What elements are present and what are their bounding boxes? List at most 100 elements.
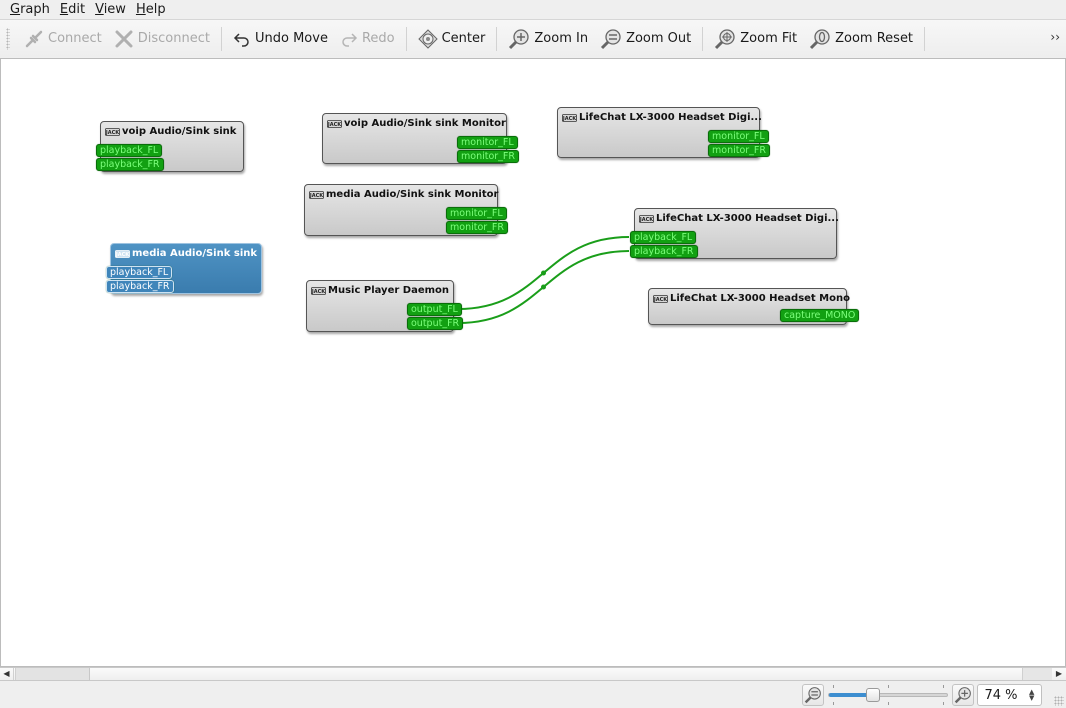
node-title-text: media Audio/Sink sink: [132, 248, 258, 259]
redo-icon: [342, 32, 358, 47]
zoom-slider-handle[interactable]: [866, 688, 881, 702]
zoom-in-icon: [954, 687, 971, 704]
port-output-fl[interactable]: output_FL: [407, 303, 462, 316]
menu-bar: Graph Edit View Help: [0, 0, 1066, 18]
connect-icon: [25, 30, 43, 47]
graph-node[interactable]: JACK LifeChat LX-3000 Headset Digi... moni…: [557, 107, 770, 158]
port-monitor-fr[interactable]: monitor_FR: [708, 144, 770, 157]
jack-icon: JACK: [327, 120, 342, 128]
node-title-text: media Audio/Sink sink Monitor: [326, 189, 499, 200]
node-title-text: LifeChat LX-3000 Headset Digi...: [656, 213, 839, 224]
connect-label: Connect: [48, 31, 102, 46]
graph-canvas[interactable]: JACK voip Audio/Sink sink playback_FL playb…: [0, 58, 1066, 667]
zoom-fit-label: Zoom Fit: [740, 31, 798, 46]
node-title: JACK Music Player Daemon: [311, 285, 449, 296]
scrollbar-thumb[interactable]: [15, 668, 90, 680]
svg-text:JACK: JACK: [311, 289, 326, 295]
port-playback-fr[interactable]: playback_FR: [630, 245, 698, 258]
menu-edit[interactable]: Edit: [55, 1, 90, 18]
graph-node[interactable]: JACK media Audio/Sink sink playback_FL play…: [106, 243, 262, 294]
scrollbar-track-end: [1022, 668, 1052, 680]
port-playback-fl[interactable]: playback_FL: [106, 266, 173, 279]
zoom-fit-button[interactable]: Zoom Fit: [708, 24, 803, 54]
node-title-text: LifeChat LX-3000 Headset Digi...: [579, 112, 762, 123]
menu-view[interactable]: View: [90, 1, 131, 18]
port-output-fr[interactable]: output_FR: [407, 317, 464, 330]
jack-icon: JACK: [311, 287, 326, 295]
redo-label: Redo: [361, 31, 395, 46]
node-title: JACK LifeChat LX-3000 Headset Digi...: [562, 112, 762, 123]
redo-button[interactable]: Redo: [334, 24, 401, 54]
zoom-out-button[interactable]: Zoom Out: [594, 24, 697, 54]
undo-label: Undo Move: [254, 31, 328, 46]
connection-wire[interactable]: [457, 236, 630, 310]
menu-graph-label: raph: [20, 1, 50, 17]
toolbar-separator: [496, 26, 498, 51]
port-monitor-fl[interactable]: monitor_FL: [457, 136, 518, 149]
zoom-in-small-button[interactable]: [952, 684, 974, 706]
svg-text:JACK: JACK: [309, 193, 324, 199]
connect-button[interactable]: Connect: [18, 24, 108, 54]
graph-node[interactable]: JACK LifeChat LX-3000 Headset Digi... play…: [630, 208, 839, 259]
slider-tick: [888, 702, 889, 705]
center-icon: [417, 28, 438, 49]
scroll-right-arrow-icon[interactable]: ▶: [1052, 668, 1066, 680]
slider-tick: [833, 685, 834, 688]
zoom-in-button[interactable]: Zoom In: [502, 24, 594, 54]
spin-arrows-icon[interactable]: ▲ ▼: [1029, 689, 1039, 702]
zoom-fit-icon: [715, 28, 735, 49]
toolbar-separator: [702, 26, 704, 51]
menu-help-mnemonic: H: [135, 1, 146, 17]
svg-text:JACK: JACK: [327, 122, 342, 128]
zoom-value[interactable]: 74 %: [978, 688, 1024, 703]
undo-button[interactable]: Undo Move: [227, 24, 334, 54]
port-monitor-fr[interactable]: monitor_FR: [457, 150, 519, 163]
connection-wire[interactable]: [457, 250, 630, 324]
menu-graph-mnemonic: G: [10, 1, 21, 17]
port-playback-fr[interactable]: playback_FR: [106, 280, 174, 293]
port-playback-fl[interactable]: playback_FL: [96, 144, 163, 157]
disconnect-icon: [115, 30, 133, 47]
menu-help[interactable]: Help: [131, 1, 171, 18]
port-monitor-fl[interactable]: monitor_FL: [708, 130, 769, 143]
zoom-spinbox[interactable]: 74 % ▲ ▼: [977, 684, 1042, 706]
svg-text:JACK: JACK: [105, 130, 120, 136]
resize-grip-handle[interactable]: [1054, 696, 1064, 706]
jack-icon: JACK: [115, 250, 130, 258]
port-monitor-fl[interactable]: monitor_FL: [446, 207, 507, 220]
zoom-in-icon: [509, 28, 530, 49]
svg-text:JACK: JACK: [562, 116, 577, 122]
port-playback-fr[interactable]: playback_FR: [96, 158, 164, 171]
graph-node[interactable]: JACK LifeChat LX-3000 Headset Mono capture…: [648, 288, 860, 325]
node-title-text: voip Audio/Sink sink: [122, 126, 237, 137]
disconnect-button[interactable]: Disconnect: [108, 24, 216, 54]
zoom-out-small-button[interactable]: [802, 684, 824, 706]
horizontal-scrollbar[interactable]: ◀ ▶: [0, 667, 1066, 681]
zoom-out-label: Zoom Out: [626, 31, 692, 46]
slider-tick: [833, 702, 834, 705]
port-playback-fl[interactable]: playback_FL: [630, 231, 697, 244]
toolbar-grip-handle[interactable]: [6, 27, 10, 50]
port-monitor-fr[interactable]: monitor_FR: [446, 221, 508, 234]
graph-node[interactable]: JACK voip Audio/Sink sink Monitor monitor_…: [322, 113, 519, 164]
zoom-slider[interactable]: [828, 688, 948, 702]
graph-node[interactable]: JACK media Audio/Sink sink Monitor monitor…: [304, 184, 508, 236]
connection-arrow-icon: [541, 270, 546, 276]
toolbar-separator: [924, 26, 926, 51]
graph-node[interactable]: JACK voip Audio/Sink sink playback_FL playb…: [96, 121, 244, 172]
port-capture-mono[interactable]: capture_MONO: [780, 309, 860, 322]
center-button[interactable]: Center: [412, 24, 492, 54]
graph-node[interactable]: JACK Music Player Daemon output_FL output_F…: [306, 280, 464, 332]
zoom-reset-button[interactable]: Zoom Reset: [803, 24, 919, 54]
menu-help-label: elp: [145, 1, 166, 17]
menu-edit-mnemonic: E: [59, 1, 69, 17]
zoom-reset-icon: [810, 28, 830, 49]
toolbar: Connect Disconnect Undo Move Redo Center…: [0, 19, 1066, 57]
jack-icon: JACK: [309, 191, 324, 199]
menu-graph[interactable]: Graph: [0, 1, 55, 18]
toolbar-overflow-button[interactable]: ››: [1050, 30, 1060, 44]
center-label: Center: [441, 31, 486, 46]
scroll-left-arrow-icon[interactable]: ◀: [0, 668, 14, 680]
connection-arrow-icon: [541, 284, 546, 290]
node-title: JACK media Audio/Sink sink: [115, 248, 257, 259]
